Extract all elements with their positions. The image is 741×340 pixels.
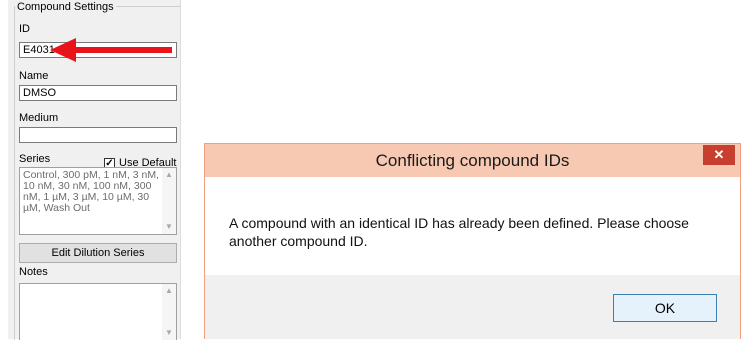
scroll-down-icon[interactable]: ▼ (165, 223, 173, 231)
series-text: Control, 300 pM, 1 nM, 3 nM, 10 nM, 30 n… (23, 169, 159, 214)
close-icon: ✕ (713, 147, 725, 162)
dialog-body: A compound with an identical ID has alre… (205, 177, 740, 275)
notes-scrollbar[interactable]: ▲ ▼ (162, 284, 176, 340)
close-button[interactable]: ✕ (703, 145, 735, 165)
scroll-up-icon[interactable]: ▲ (165, 287, 173, 295)
medium-input[interactable] (19, 127, 177, 143)
red-arrow-icon (50, 38, 172, 62)
name-input[interactable]: DMSO (19, 85, 177, 101)
group-title: Compound Settings (15, 1, 116, 13)
conflict-dialog: Conflicting compound IDs ✕ A compound wi… (204, 143, 741, 339)
dialog-title: Conflicting compound IDs (375, 150, 570, 170)
series-label: Series (19, 153, 51, 165)
medium-label: Medium (19, 112, 59, 124)
scroll-down-icon[interactable]: ▼ (165, 329, 173, 337)
dialog-titlebar: Conflicting compound IDs ✕ (205, 144, 740, 177)
notes-textarea[interactable]: ▲ ▼ (19, 283, 177, 340)
name-label: Name (19, 70, 49, 82)
edit-dilution-series-button[interactable]: Edit Dilution Series (19, 243, 177, 263)
notes-label: Notes (19, 266, 48, 278)
series-textarea[interactable]: Control, 300 pM, 1 nM, 3 nM, 10 nM, 30 n… (19, 167, 177, 235)
dialog-footer: OK (205, 275, 740, 339)
id-label: ID (19, 23, 30, 35)
ok-button[interactable]: OK (613, 294, 717, 322)
series-scrollbar[interactable]: ▲ ▼ (162, 168, 176, 234)
dialog-message: A compound with an identical ID has alre… (229, 215, 689, 249)
scroll-up-icon[interactable]: ▲ (165, 171, 173, 179)
